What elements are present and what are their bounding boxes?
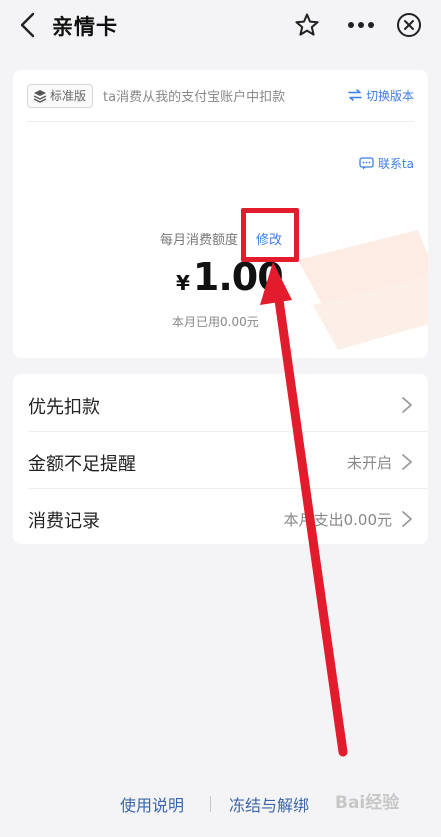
baidu-jingyan-watermark: Bai经验 [335, 793, 400, 813]
card-description: ta消费从我的支付宝账户中扣款 [103, 90, 286, 105]
list-item-spending-records[interactable]: 消费记录 本月支出0.00元 [13, 490, 428, 547]
close-icon[interactable] [396, 12, 422, 38]
contact-ta-label: 联系ta [377, 157, 414, 171]
switch-version-label: 切换版本 [365, 89, 414, 103]
list-item-label: 金额不足提醒 [28, 454, 136, 475]
page-title: 亲情卡 [52, 15, 118, 39]
list-divider [28, 488, 428, 489]
more-options-icon[interactable] [347, 21, 375, 29]
top-bar: 亲情卡 [0, 0, 441, 52]
monthly-limit-label: 每月消费额度 [160, 233, 239, 248]
chevron-right-icon [402, 397, 412, 413]
footer-separator [210, 796, 211, 812]
layers-icon [33, 90, 47, 103]
version-tag-label: 标准版 [50, 89, 87, 103]
switch-icon [348, 89, 362, 101]
card-divider [27, 121, 414, 122]
chat-icon [359, 157, 374, 170]
list-item-value: 未开启 [346, 454, 392, 472]
chevron-right-icon [402, 511, 412, 527]
currency-symbol: ¥ [176, 271, 190, 295]
list-item-label: 消费记录 [28, 511, 100, 532]
freeze-unbind-link[interactable]: 冻结与解绑 [229, 792, 309, 816]
chevron-right-icon [402, 454, 412, 470]
used-this-month: 本月已用0.00元 [172, 315, 259, 329]
list-item-low-balance-reminder[interactable]: 金额不足提醒 未开启 [13, 433, 428, 490]
star-icon[interactable] [294, 12, 320, 38]
list-item-label: 优先扣款 [28, 397, 100, 418]
list-divider [28, 431, 428, 432]
instructions-link[interactable]: 使用说明 [120, 792, 184, 816]
annotation-highlight-box [241, 208, 299, 262]
list-item-priority-deduction[interactable]: 优先扣款 [13, 376, 428, 433]
switch-version-button[interactable]: 切换版本 [348, 87, 414, 104]
back-arrow-icon[interactable] [14, 10, 44, 40]
family-card-panel: 标准版 ta消费从我的支付宝账户中扣款 切换版本 联系ta 每月消费额度 修改 … [13, 70, 428, 358]
list-item-value: 本月支出0.00元 [283, 511, 392, 529]
settings-list: 优先扣款 金额不足提醒 未开启 消费记录 本月支出0.00元 [13, 374, 428, 544]
version-tag: 标准版 [27, 84, 94, 108]
contact-ta-button[interactable]: 联系ta [359, 155, 414, 172]
